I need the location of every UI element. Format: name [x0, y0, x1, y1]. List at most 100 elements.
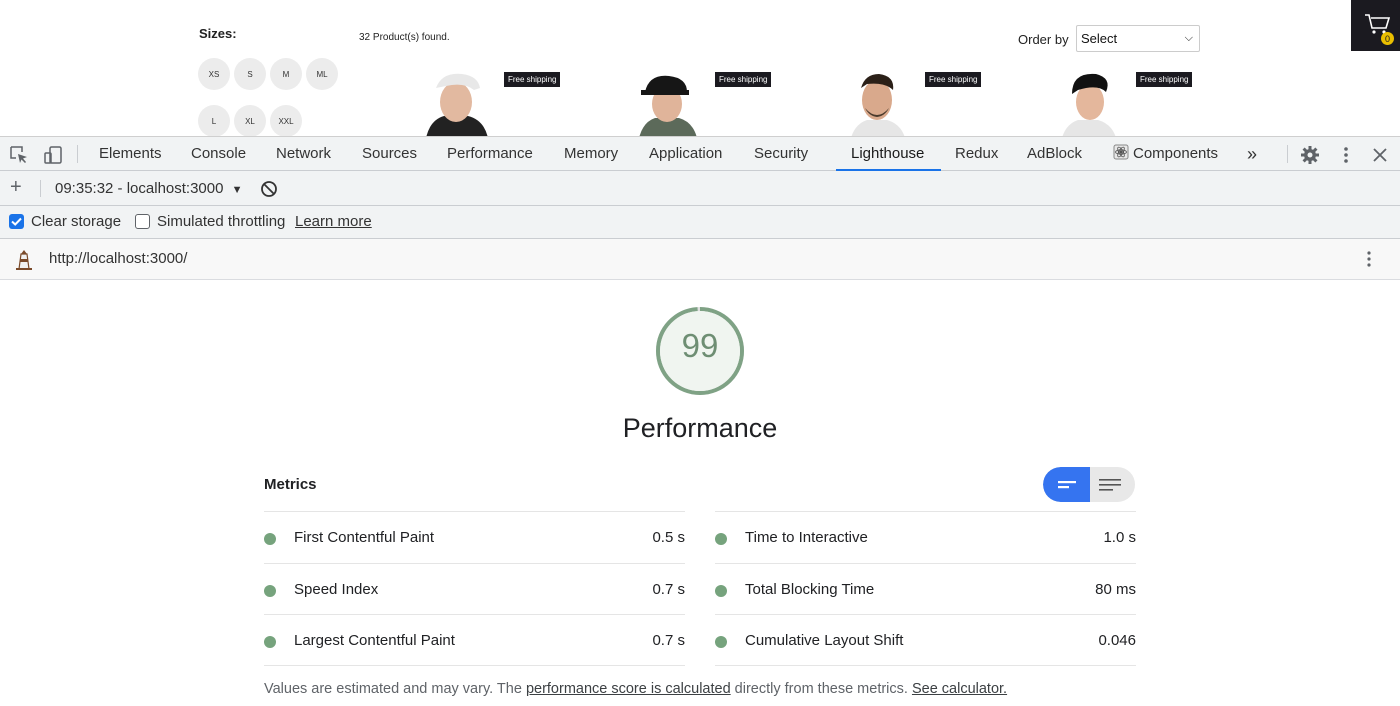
clear-storage-checkbox[interactable] [9, 214, 24, 229]
divider [715, 511, 1136, 512]
order-by-selected: Select [1081, 31, 1118, 46]
free-shipping-tag: Free shipping [1136, 72, 1193, 87]
learn-more-link[interactable]: Learn more [295, 213, 372, 230]
product-card[interactable]: Free shipping [627, 68, 787, 136]
device-toolbar-icon[interactable] [42, 144, 64, 166]
tab-application[interactable]: Application [649, 137, 722, 171]
report-url: http://localhost:3000/ [49, 250, 188, 267]
tab-memory[interactable]: Memory [564, 137, 618, 171]
metric-time-to-interactive: Time to Interactive 1.0 s [715, 529, 1136, 549]
devtools-tabbar: Elements Console Network Sources Perform… [0, 137, 1400, 171]
report-url-bar: http://localhost:3000/ [0, 239, 1400, 280]
tab-redux[interactable]: Redux [955, 137, 998, 171]
metrics-view-toggle[interactable] [1043, 467, 1135, 502]
metric-value: 0.7 s [652, 632, 685, 649]
divider [715, 665, 1136, 666]
tab-sources[interactable]: Sources [362, 137, 417, 171]
lighthouse-toolbar: + 09:35:32 - localhost:3000 ▼ [0, 171, 1400, 206]
pass-indicator-icon [715, 533, 727, 545]
product-photo [639, 75, 697, 136]
pass-indicator-icon [715, 636, 727, 648]
report-menu-icon[interactable] [1366, 249, 1372, 269]
metric-cumulative-layout-shift: Cumulative Layout Shift 0.046 [715, 632, 1136, 652]
products-found-count: 32 Product(s) found. [359, 32, 450, 43]
simulated-throttling-label: Simulated throttling [157, 213, 286, 230]
tab-components[interactable]: Components [1113, 137, 1218, 171]
tab-elements[interactable]: Elements [99, 137, 162, 171]
tab-lighthouse[interactable]: Lighthouse [851, 137, 924, 171]
size-button-ml[interactable]: ML [306, 58, 338, 90]
expanded-view-icon[interactable] [1098, 477, 1122, 493]
size-button-xl[interactable]: XL [234, 105, 266, 136]
metric-label: Total Blocking Time [745, 581, 875, 598]
simulated-throttling-checkbox[interactable] [135, 214, 150, 229]
dropdown-caret-icon: ▼ [231, 184, 243, 196]
metric-value: 80 ms [1095, 581, 1136, 598]
tab-adblock[interactable]: AdBlock [1027, 137, 1082, 171]
tab-performance[interactable]: Performance [447, 137, 533, 171]
free-shipping-tag: Free shipping [925, 72, 982, 87]
metric-total-blocking-time: Total Blocking Time 80 ms [715, 581, 1136, 601]
divider [1287, 145, 1288, 163]
tab-components-label: Components [1133, 145, 1219, 162]
tab-console[interactable]: Console [191, 137, 246, 171]
product-photo [851, 74, 905, 136]
tab-network[interactable]: Network [276, 137, 331, 171]
free-shipping-tag: Free shipping [715, 72, 772, 87]
settings-gear-icon[interactable] [1299, 144, 1321, 166]
divider [264, 665, 685, 666]
new-report-plus-icon[interactable]: + [10, 176, 22, 199]
react-icon [1113, 144, 1129, 160]
order-by-select[interactable]: Select ⌵ [1076, 25, 1200, 52]
divider [77, 145, 78, 163]
checkmark-icon [11, 217, 22, 226]
score-calculation-link[interactable]: performance score is calculated [526, 681, 731, 697]
divider [715, 614, 1136, 615]
divider [715, 563, 1136, 564]
pass-indicator-icon [264, 585, 276, 597]
performance-score-value: 99 [681, 327, 719, 364]
metric-value: 0.5 s [652, 529, 685, 546]
pass-indicator-icon [715, 585, 727, 597]
compact-view-button[interactable] [1043, 467, 1090, 502]
clear-storage-label: Clear storage [31, 213, 122, 230]
metric-label: Largest Contentful Paint [294, 632, 455, 649]
order-by-label: Order by [1018, 32, 1069, 47]
divider [264, 563, 685, 564]
size-button-l[interactable]: L [198, 105, 230, 136]
sizes-title: Sizes: [199, 26, 237, 41]
size-button-s[interactable]: S [234, 58, 266, 90]
page-preview: Sizes: XS S M ML L XL XXL 32 Product(s) … [0, 0, 1400, 137]
metric-largest-contentful-paint: Largest Contentful Paint 0.7 s [264, 632, 685, 652]
tab-security[interactable]: Security [754, 137, 808, 171]
divider [40, 180, 41, 197]
cart-count-badge: 0 [1381, 32, 1394, 45]
close-icon[interactable] [1369, 144, 1391, 166]
inspect-element-icon[interactable] [8, 144, 30, 166]
chevron-down-icon: ⌵ [1184, 32, 1193, 44]
size-button-xxl[interactable]: XXL [270, 105, 302, 136]
footnote-text: Values are estimated and may vary. The [264, 681, 526, 697]
product-card[interactable]: Free shipping [837, 68, 997, 136]
lighthouse-logo-icon [16, 250, 32, 270]
performance-category-title: Performance [622, 413, 778, 443]
more-options-icon[interactable] [1335, 144, 1357, 166]
report-selector-value: 09:35:32 - localhost:3000 [55, 180, 224, 197]
pass-indicator-icon [264, 636, 276, 648]
size-button-m[interactable]: M [270, 58, 302, 90]
divider [264, 614, 685, 615]
product-card[interactable]: Free shipping [416, 68, 576, 136]
free-shipping-tag: Free shipping [504, 72, 561, 87]
footnote-text: directly from these metrics. [730, 681, 912, 697]
metric-value: 0.7 s [652, 581, 685, 598]
product-card[interactable]: Free shipping [1048, 68, 1208, 136]
more-tabs-icon[interactable]: » [1247, 137, 1257, 171]
divider [264, 511, 685, 512]
size-button-xs[interactable]: XS [198, 58, 230, 90]
report-selector[interactable]: 09:35:32 - localhost:3000 ▼ [55, 180, 243, 197]
see-calculator-link[interactable]: See calculator. [912, 681, 1007, 697]
clear-reports-icon[interactable] [258, 178, 280, 200]
lighthouse-options-bar: Clear storage Simulated throttling Learn… [0, 206, 1400, 239]
cart-button[interactable]: 0 [1351, 0, 1400, 51]
metric-value: 1.0 s [1103, 529, 1136, 546]
